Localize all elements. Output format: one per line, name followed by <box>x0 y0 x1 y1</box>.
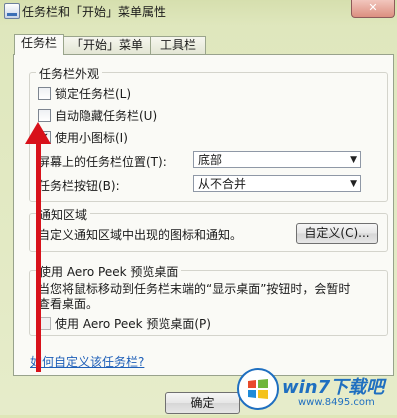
taskbar-app-icon <box>4 3 20 19</box>
tab-taskbar[interactable]: 任务栏 <box>14 34 64 55</box>
aero-peek-option[interactable]: 使用 Aero Peek 预览桌面(P) <box>38 315 211 332</box>
customize-button[interactable]: 自定义(C)... <box>296 223 378 244</box>
ok-button[interactable]: 确定 <box>165 392 240 414</box>
watermark: win7下载吧 www.8495.com <box>236 361 396 415</box>
taskbar-position-select[interactable]: 底部 ▼ <box>193 151 361 168</box>
annotation-arrow-icon <box>25 122 51 144</box>
close-button[interactable]: ✕ <box>351 0 395 18</box>
group-aero-peek: 使用 Aero Peek 预览桌面 当您将鼠标移动到任务栏末端的“显示桌面”按钮… <box>29 263 388 336</box>
lock-taskbar-option[interactable]: 锁定任务栏(L) <box>38 85 131 102</box>
watermark-brand: win7下载吧 <box>282 377 385 398</box>
autohide-taskbar-option[interactable]: 自动隐藏任务栏(U) <box>38 107 157 124</box>
chevron-down-icon: ▼ <box>350 179 357 189</box>
group-taskbar-appearance: 任务栏外观 锁定任务栏(L) 自动隐藏任务栏(U) ✔ 使用小图标(I) 屏幕上… <box>29 65 388 202</box>
watermark-url: www.8495.com <box>298 397 375 408</box>
title-bar[interactable]: 任务栏和「开始」菜单属性 ✕ <box>0 0 397 22</box>
autohide-taskbar-checkbox[interactable] <box>38 109 51 122</box>
annotation-arrow-stem <box>36 140 41 372</box>
autohide-taskbar-label: 自动隐藏任务栏(U) <box>55 109 158 123</box>
small-icons-label: 使用小图标(I) <box>55 131 128 145</box>
tab-start-menu[interactable]: 「开始」菜单 <box>63 36 151 54</box>
lock-taskbar-checkbox[interactable] <box>38 87 51 100</box>
lock-taskbar-label: 锁定任务栏(L) <box>55 87 132 101</box>
small-icons-option[interactable]: ✔ 使用小图标(I) <box>38 129 128 146</box>
group-title-aero-peek: 使用 Aero Peek 预览桌面 <box>36 263 182 280</box>
customize-taskbar-help-link[interactable]: 如何自定义该任务栏? <box>30 353 144 370</box>
buttons-label: 任务栏按钮(B): <box>38 179 120 193</box>
chevron-down-icon: ▼ <box>350 155 357 165</box>
notification-description: 自定义通知区域中出现的图标和通知。 <box>38 228 243 242</box>
dialog-window: 任务栏和「开始」菜单属性 ✕ 任务栏 「开始」菜单 工具栏 任务栏外观 锁定任务… <box>0 0 397 415</box>
taskbar-position-value: 底部 <box>198 153 223 167</box>
aero-peek-label: 使用 Aero Peek 预览桌面(P) <box>55 317 211 331</box>
position-label: 屏幕上的任务栏位置(T): <box>38 155 167 169</box>
aero-peek-description-line2: 查看桌面。 <box>38 297 99 311</box>
group-notification-area: 通知区域 自定义通知区域中出现的图标和通知。 自定义(C)... <box>29 206 388 252</box>
window-title: 任务栏和「开始」菜单属性 <box>22 5 167 19</box>
group-title-appearance: 任务栏外观 <box>36 65 103 82</box>
group-title-notification: 通知区域 <box>36 206 91 223</box>
tab-toolbars[interactable]: 工具栏 <box>150 36 206 54</box>
taskbar-buttons-value: 从不合并 <box>198 177 247 191</box>
taskbar-buttons-select[interactable]: 从不合并 ▼ <box>193 175 361 192</box>
tab-panel-taskbar: 任务栏外观 锁定任务栏(L) 自动隐藏任务栏(U) ✔ 使用小图标(I) 屏幕上… <box>13 54 394 376</box>
